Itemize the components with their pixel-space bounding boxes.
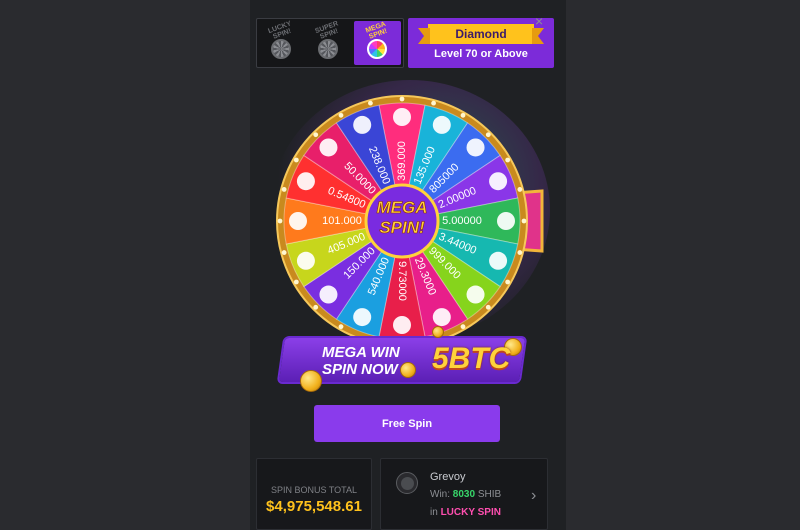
- rim-bulb: [338, 112, 344, 118]
- rim-bulb: [485, 304, 491, 310]
- rim-bulb: [277, 218, 283, 224]
- win-prefix: Win:: [430, 489, 450, 500]
- segment-value-label: 369.000: [396, 141, 408, 181]
- rim-bulb: [460, 324, 466, 330]
- rim-bulb: [399, 96, 405, 102]
- banner-line-1: MEGA WIN: [322, 344, 400, 361]
- tab-lucky-spin[interactable]: LUCKY SPIN!: [257, 19, 304, 67]
- spin-panel: LUCKY SPIN! SUPER SPIN! MEGA SPIN! Diamo…: [250, 0, 566, 530]
- rim-bulb: [505, 279, 511, 285]
- usdc-icon: [353, 308, 372, 327]
- rim-bulb: [281, 250, 287, 255]
- avatar: [396, 472, 418, 494]
- binance-icon: [466, 285, 485, 304]
- c-coin-icon: [489, 172, 508, 191]
- game-name: LUCKY SPIN: [440, 507, 501, 518]
- mega-win-banner: MEGA WIN SPIN NOW 5BTC: [272, 326, 532, 392]
- segment-value-label: 9.73000: [396, 261, 408, 301]
- rim-bulb: [338, 324, 344, 330]
- bonus-value: $4,975,548.61: [266, 498, 362, 515]
- cardano-icon: [432, 115, 451, 134]
- vip-ribbon: Diamond: [418, 24, 544, 44]
- super-wheel-icon: [317, 38, 338, 59]
- polygon-icon: [289, 212, 307, 230]
- rim-bulb: [431, 100, 436, 106]
- rim-bulb: [460, 112, 466, 118]
- tab-mega-spin[interactable]: MEGA SPIN!: [353, 20, 401, 65]
- binance-icon: [489, 251, 508, 270]
- hub-title-line-1: MEGA: [377, 198, 428, 217]
- rim-bulb: [293, 279, 299, 285]
- rim-bulb: [521, 218, 527, 224]
- lucky-wheel-icon: [270, 38, 291, 59]
- bonus-label: SPIN BONUS TOTAL: [270, 485, 358, 495]
- bitcoin-icon: [497, 212, 515, 230]
- recent-winner-card[interactable]: Grevoy Win: 8030 SHIB in LUCKY SPIN ›: [380, 458, 548, 530]
- mega-spin-wheel[interactable]: 369.000 135.000 805000 2.00000 5.00000 3.4400…: [270, 95, 552, 347]
- tron-icon: [393, 108, 411, 126]
- banner-prize: 5BTC: [432, 342, 511, 375]
- mega-wheel-icon: [367, 38, 388, 59]
- coin-icon: [432, 326, 444, 338]
- winner-name: Grevoy: [430, 471, 466, 483]
- segment-value-label: 101.000: [322, 215, 362, 227]
- xrp-icon: [319, 285, 338, 304]
- rim-bulb: [505, 157, 511, 163]
- shib-icon: [466, 138, 485, 157]
- hub-title-line-2: SPIN!: [379, 218, 425, 237]
- rim-bulb: [293, 157, 299, 163]
- spin-type-tabs: LUCKY SPIN! SUPER SPIN! MEGA SPIN!: [256, 18, 404, 68]
- free-spin-button[interactable]: Free Spin: [314, 405, 500, 442]
- coin-icon: [300, 370, 322, 392]
- rim-bulb: [313, 304, 319, 310]
- win-amount: 8030: [452, 489, 476, 500]
- vip-requirement-card: Diamond Level 70 or Above: [408, 18, 554, 68]
- rim-bulb: [485, 132, 491, 138]
- wheel-graphic: 369.000 135.0008050002.000005.000003.4400…: [276, 95, 544, 347]
- vip-level-text: Level 70 or Above: [434, 48, 528, 60]
- game-prefix: in: [430, 507, 438, 518]
- chevron-right-icon[interactable]: ›: [531, 487, 536, 505]
- rim-bulb: [368, 100, 373, 106]
- tab-super-spin[interactable]: SUPER SPIN!: [304, 19, 351, 67]
- winner-amount-line: Win: 8030 SHIB: [430, 489, 501, 500]
- segment-value-label: 5.00000: [442, 215, 482, 227]
- banner-line-2: SPIN NOW: [322, 361, 398, 378]
- eth-icon: [353, 115, 372, 134]
- spin-bonus-total-card: SPIN BONUS TOTAL $4,975,548.61: [256, 458, 372, 530]
- xrp-icon: [296, 251, 315, 270]
- c-coin-icon: [432, 308, 451, 327]
- coin-icon: [400, 362, 416, 378]
- win-currency: SHIB: [477, 489, 502, 500]
- rim-bulb: [313, 132, 319, 138]
- c-coin-icon: [319, 138, 338, 157]
- rim-bulb: [517, 250, 523, 255]
- winner-game-line: in LUCKY SPIN: [430, 507, 501, 518]
- litecoin-icon: [296, 172, 315, 191]
- rim-bulb: [517, 187, 523, 192]
- rim-bulb: [281, 187, 287, 192]
- close-icon[interactable]: ×: [535, 13, 543, 29]
